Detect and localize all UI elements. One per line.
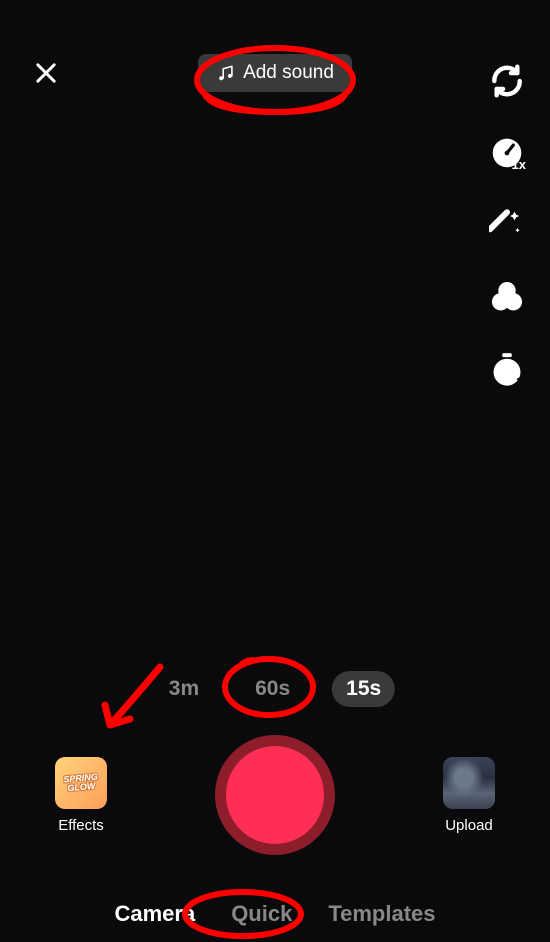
timer-label: 3 [516,374,524,390]
upload-thumbnail [443,757,495,809]
timer-button[interactable]: 3 [486,348,528,390]
speed-label: 1x [512,157,526,172]
mode-camera[interactable]: Camera [114,901,195,927]
add-sound-button[interactable]: Add sound [198,54,352,92]
magic-wand-icon [489,207,525,243]
effects-label: Effects [58,817,104,834]
flip-icon [488,62,526,100]
upload-button[interactable]: Upload [443,757,495,834]
music-icon [216,64,235,83]
effects-button[interactable]: SPRING GLOW Effects [55,757,107,834]
speed-button[interactable]: 1x [486,132,528,174]
mode-templates[interactable]: Templates [328,901,435,927]
effects-thumbnail-text: SPRING GLOW [55,771,107,793]
duration-60s[interactable]: 60s [241,671,304,707]
filters-icon [488,278,526,316]
duration-selector: 3m 60s 15s [155,671,395,707]
add-sound-label: Add sound [243,62,334,84]
upload-label: Upload [445,817,493,834]
duration-3m[interactable]: 3m [155,671,213,707]
close-icon [32,59,60,87]
effects-thumbnail: SPRING GLOW [55,757,107,809]
flip-camera-button[interactable] [486,60,528,102]
mode-quick[interactable]: Quick [231,901,292,927]
close-button[interactable] [28,55,64,91]
record-button[interactable] [215,735,335,855]
record-button-inner [226,746,324,844]
filters-button[interactable] [486,276,528,318]
duration-15s[interactable]: 15s [332,671,395,707]
beauty-button[interactable] [486,204,528,246]
mode-tabs: Camera Quick Templates [0,901,550,927]
